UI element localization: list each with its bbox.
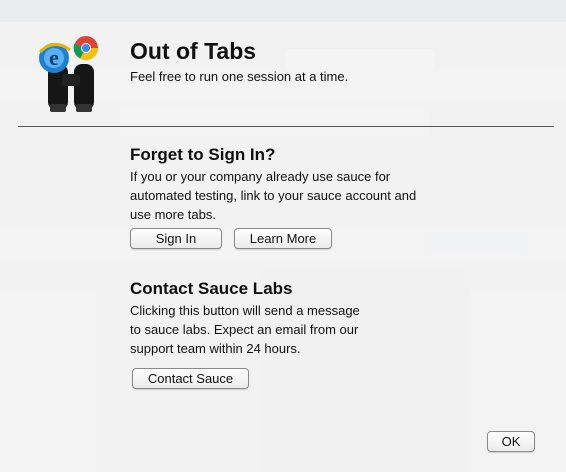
contact-heading: Contact Sauce Labs bbox=[130, 279, 293, 298]
dialog-subtitle: Feel free to run one session at a time. bbox=[130, 69, 349, 84]
screen: e Out of Tabs Feel free to run one sessi… bbox=[0, 0, 566, 472]
dialog-title: Out of Tabs bbox=[130, 38, 257, 64]
contact-sauce-button[interactable]: Contact Sauce bbox=[132, 368, 249, 389]
divider bbox=[18, 126, 554, 127]
sign-in-heading: Forget to Sign In? bbox=[130, 145, 276, 164]
sign-in-description: If you or your company already use sauce… bbox=[130, 169, 417, 222]
out-of-tabs-dialog: e Out of Tabs Feel free to run one sessi… bbox=[0, 0, 566, 472]
ok-button[interactable]: OK bbox=[487, 431, 535, 452]
learn-more-button[interactable]: Learn More bbox=[234, 228, 332, 249]
sign-in-button[interactable]: Sign In bbox=[130, 228, 222, 249]
contact-description: Clicking this button will send a message… bbox=[130, 303, 360, 356]
svg-text:e: e bbox=[49, 45, 59, 70]
browser-binoculars-logo-icon: e bbox=[38, 36, 99, 112]
